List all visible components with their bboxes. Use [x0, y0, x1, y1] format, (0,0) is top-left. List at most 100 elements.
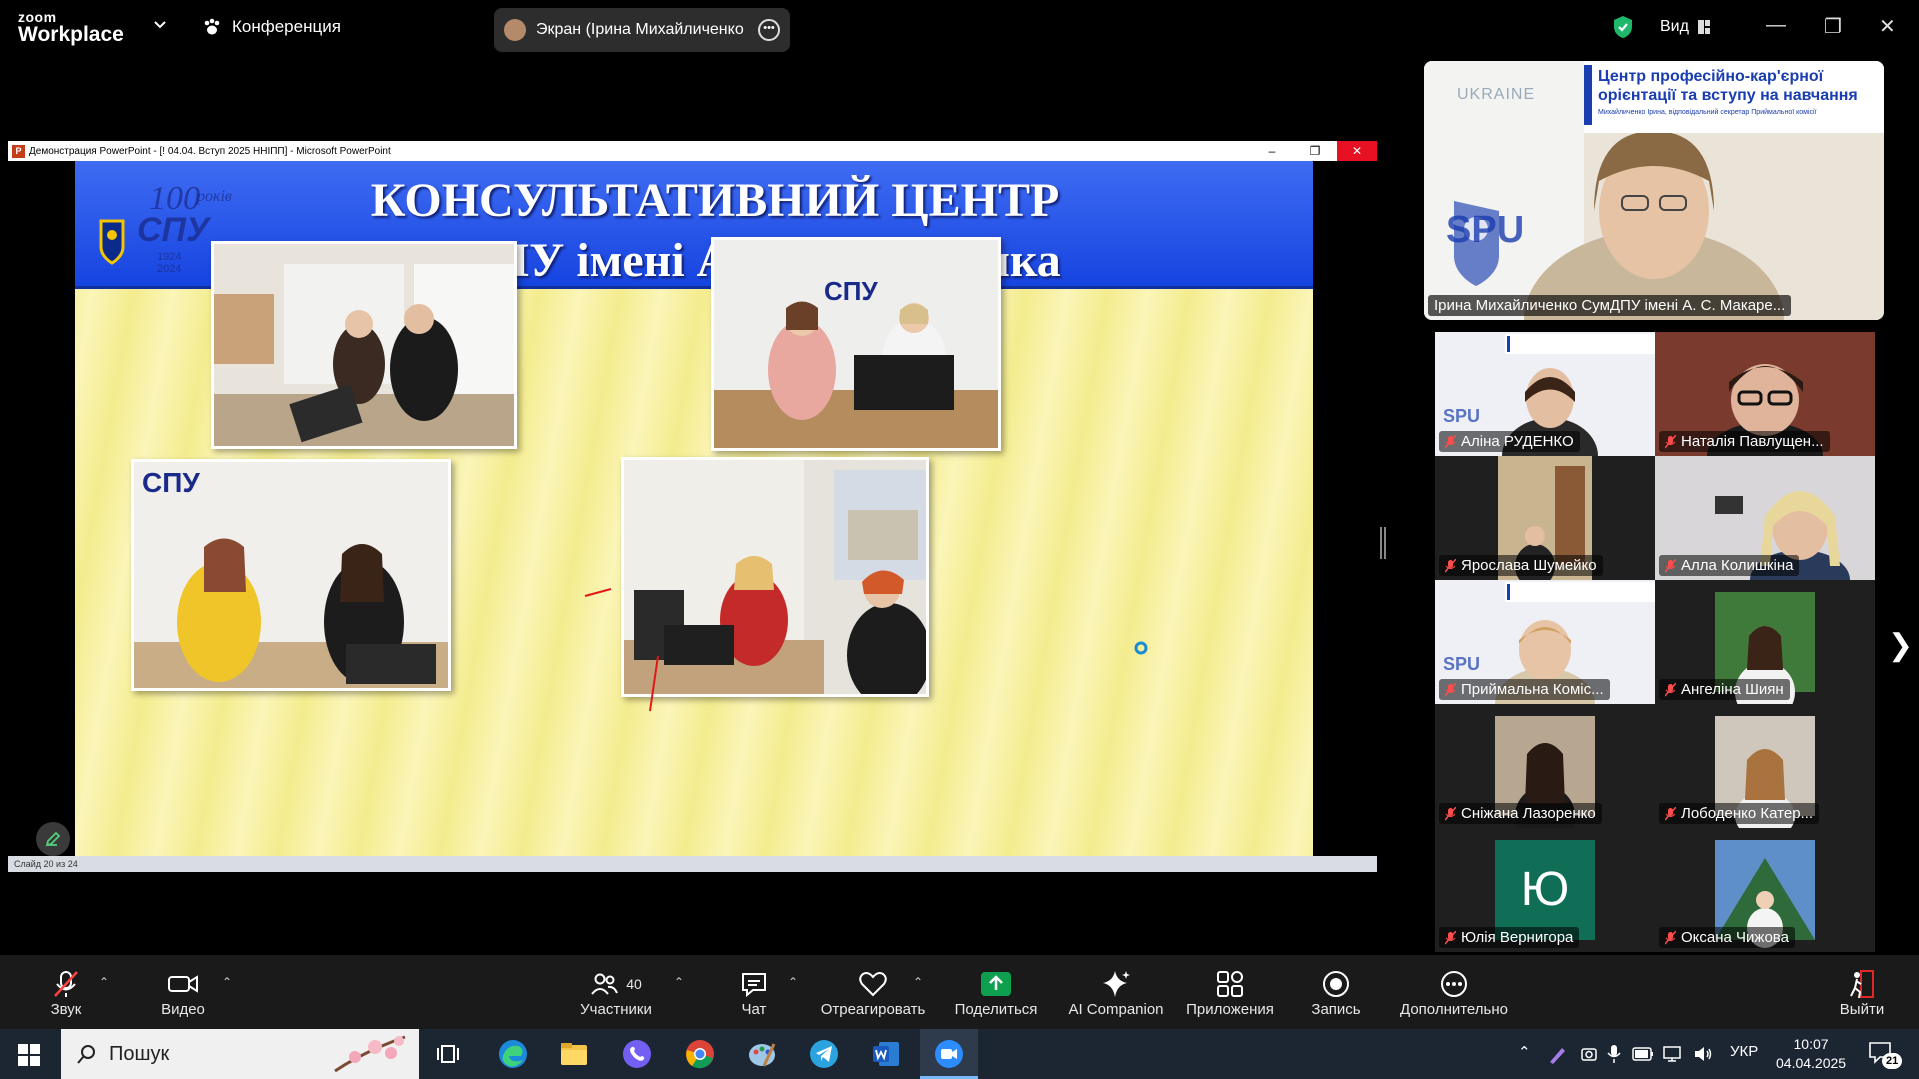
- notifications-button[interactable]: 21: [1868, 1041, 1903, 1070]
- minimize-window-button[interactable]: —: [1766, 14, 1786, 37]
- participant-name: Наталія Павлущен...: [1681, 433, 1824, 450]
- task-view-icon[interactable]: [434, 1038, 466, 1070]
- paint-icon[interactable]: [746, 1038, 778, 1070]
- muted-microphone-icon: [1444, 558, 1457, 573]
- participants-options-caret[interactable]: ⌃: [674, 975, 684, 989]
- ppt-close-button[interactable]: ✕: [1337, 141, 1377, 161]
- input-language[interactable]: УКР: [1730, 1043, 1758, 1060]
- meeting-menu-label: Конференция: [232, 17, 341, 36]
- chevron-down-icon[interactable]: [153, 18, 167, 32]
- system-clock[interactable]: 10:07 04.04.2025: [1776, 1035, 1846, 1073]
- grid-view-icon: [1697, 20, 1710, 34]
- record-button[interactable]: Запись: [1308, 967, 1364, 1018]
- leave-button[interactable]: Выйти: [1838, 967, 1886, 1018]
- microphone-tray-icon[interactable]: [1607, 1044, 1621, 1064]
- volume-icon[interactable]: [1693, 1045, 1713, 1063]
- next-page-chevron-icon[interactable]: ❯: [1888, 628, 1913, 663]
- participant-name: Сніжана Лазоренко: [1461, 805, 1596, 822]
- viber-icon[interactable]: [621, 1038, 653, 1070]
- word-icon[interactable]: [870, 1038, 902, 1070]
- chrome-icon[interactable]: [684, 1038, 716, 1070]
- audio-options-caret[interactable]: ⌃: [99, 975, 109, 989]
- chat-options-caret[interactable]: ⌃: [788, 975, 798, 989]
- participant-gallery: SPU Аліна РУДЕНКО Наталія Павлущен... Яр…: [1435, 332, 1875, 952]
- pen-tray-icon[interactable]: [1547, 1045, 1567, 1065]
- participant-tile[interactable]: Ю Юлія Вернигора: [1435, 828, 1655, 952]
- ppt-restore-button[interactable]: ❐: [1295, 141, 1335, 161]
- react-options-caret[interactable]: ⌃: [913, 975, 923, 989]
- participant-name-label: Наталія Павлущен...: [1659, 431, 1830, 452]
- apps-icon: [1217, 971, 1243, 997]
- telegram-icon[interactable]: [808, 1038, 840, 1070]
- sharer-avatar: [504, 19, 526, 41]
- meeting-menu-button[interactable]: Конференция: [202, 17, 341, 37]
- participant-tile[interactable]: Наталія Павлущен...: [1655, 332, 1875, 456]
- participant-name: Приймальна Коміс...: [1461, 681, 1604, 698]
- speaker-name: Ірина Михайличенко СумДПУ імені А. С. Ма…: [1434, 297, 1786, 314]
- clock-time: 10:07: [1793, 1036, 1829, 1052]
- active-speaker-video[interactable]: UKRAINE SPU Центр професійно-кар'єрної о…: [1424, 61, 1884, 320]
- participant-tile[interactable]: Лободенко Катер...: [1655, 704, 1875, 828]
- participants-count: 40: [626, 976, 642, 992]
- windows-start-icon[interactable]: [18, 1044, 40, 1066]
- zoom-workplace-logo[interactable]: zoom Workplace: [18, 10, 124, 45]
- panel-resize-handle[interactable]: [1380, 527, 1386, 559]
- svg-text:SPU: SPU: [1443, 406, 1480, 426]
- photo-sign-text-2: СПУ: [142, 467, 200, 498]
- video-options-caret[interactable]: ⌃: [222, 975, 232, 989]
- participant-name-label: Лободенко Катер...: [1659, 803, 1820, 824]
- apps-button[interactable]: Приложения: [1181, 967, 1279, 1018]
- participant-tile[interactable]: SPU Аліна РУДЕНКО: [1435, 332, 1655, 456]
- ppt-minimize-button[interactable]: –: [1252, 141, 1292, 161]
- muted-microphone-icon: [1664, 682, 1677, 697]
- close-window-button[interactable]: ✕: [1879, 14, 1896, 39]
- show-hidden-icons-caret[interactable]: ⌃: [1518, 1043, 1531, 1061]
- audio-label: Звук: [50, 1001, 82, 1018]
- maximize-window-button[interactable]: ❐: [1824, 14, 1842, 39]
- powerpoint-window-title: Демонстрация PowerPoint - [! 04.04. Всту…: [29, 145, 391, 157]
- zoom-taskbar-item[interactable]: [920, 1029, 978, 1079]
- more-button[interactable]: Дополнительно: [1395, 967, 1513, 1018]
- video-button[interactable]: Видео: [155, 967, 211, 1018]
- share-label: Экран (Ірина Михайличенко Су: [536, 21, 748, 38]
- participant-name: Лободенко Катер...: [1681, 805, 1814, 822]
- participant-tile[interactable]: SPU Приймальна Коміс...: [1435, 580, 1655, 704]
- screen-share-indicator[interactable]: Экран (Ірина Михайличенко Су •••: [494, 8, 790, 52]
- view-button[interactable]: Вид: [1660, 18, 1711, 36]
- muted-microphone-icon: [1444, 682, 1457, 697]
- react-button[interactable]: Отреагировать: [820, 967, 926, 1018]
- participants-icon: [591, 973, 619, 995]
- audio-button[interactable]: Звук: [46, 967, 86, 1018]
- camera-tray-icon[interactable]: [1580, 1045, 1598, 1063]
- heart-icon: [859, 972, 887, 997]
- more-options-icon[interactable]: •••: [758, 19, 780, 41]
- zoom-top-bar: zoom Workplace Конференция Экран (Ірина …: [0, 0, 1919, 54]
- participant-name-label: Сніжана Лазоренко: [1439, 803, 1602, 824]
- taskbar-search-box[interactable]: Пошук: [61, 1029, 419, 1079]
- pointer-cursor-icon: [1134, 641, 1148, 655]
- banner-title-line-1: Центр професійно-кар'єрної: [1598, 68, 1824, 85]
- ai-companion-button[interactable]: AI Companion: [1065, 967, 1167, 1018]
- logo-line-1: zoom: [18, 9, 57, 25]
- participants-label: Участники: [580, 1001, 652, 1018]
- participant-tile[interactable]: Оксана Чижова: [1655, 828, 1875, 952]
- chat-bubble-icon: [742, 973, 766, 998]
- muted-microphone-icon: [1664, 930, 1677, 945]
- participants-button[interactable]: 40 Участники: [574, 967, 658, 1018]
- more-label: Дополнительно: [1400, 1001, 1508, 1018]
- encryption-shield-icon[interactable]: [1612, 15, 1634, 39]
- annotate-pen-button[interactable]: [36, 822, 70, 856]
- muted-microphone-icon: [54, 971, 78, 997]
- file-explorer-icon[interactable]: [558, 1038, 590, 1070]
- ai-companion-label: AI Companion: [1068, 1001, 1164, 1018]
- participant-tile[interactable]: Алла Колишкіна: [1655, 456, 1875, 580]
- share-label: Поделиться: [954, 1001, 1038, 1018]
- chat-button[interactable]: Чат: [734, 967, 774, 1018]
- edge-browser-icon[interactable]: [497, 1038, 529, 1070]
- participant-tile[interactable]: Ангеліна Шиян: [1655, 580, 1875, 704]
- share-screen-button[interactable]: Поделиться: [952, 967, 1040, 1018]
- network-icon[interactable]: [1662, 1044, 1684, 1064]
- participant-tile[interactable]: Сніжана Лазоренко: [1435, 704, 1655, 828]
- participant-tile[interactable]: Ярослава Шумейко: [1435, 456, 1655, 580]
- battery-icon[interactable]: [1632, 1047, 1654, 1061]
